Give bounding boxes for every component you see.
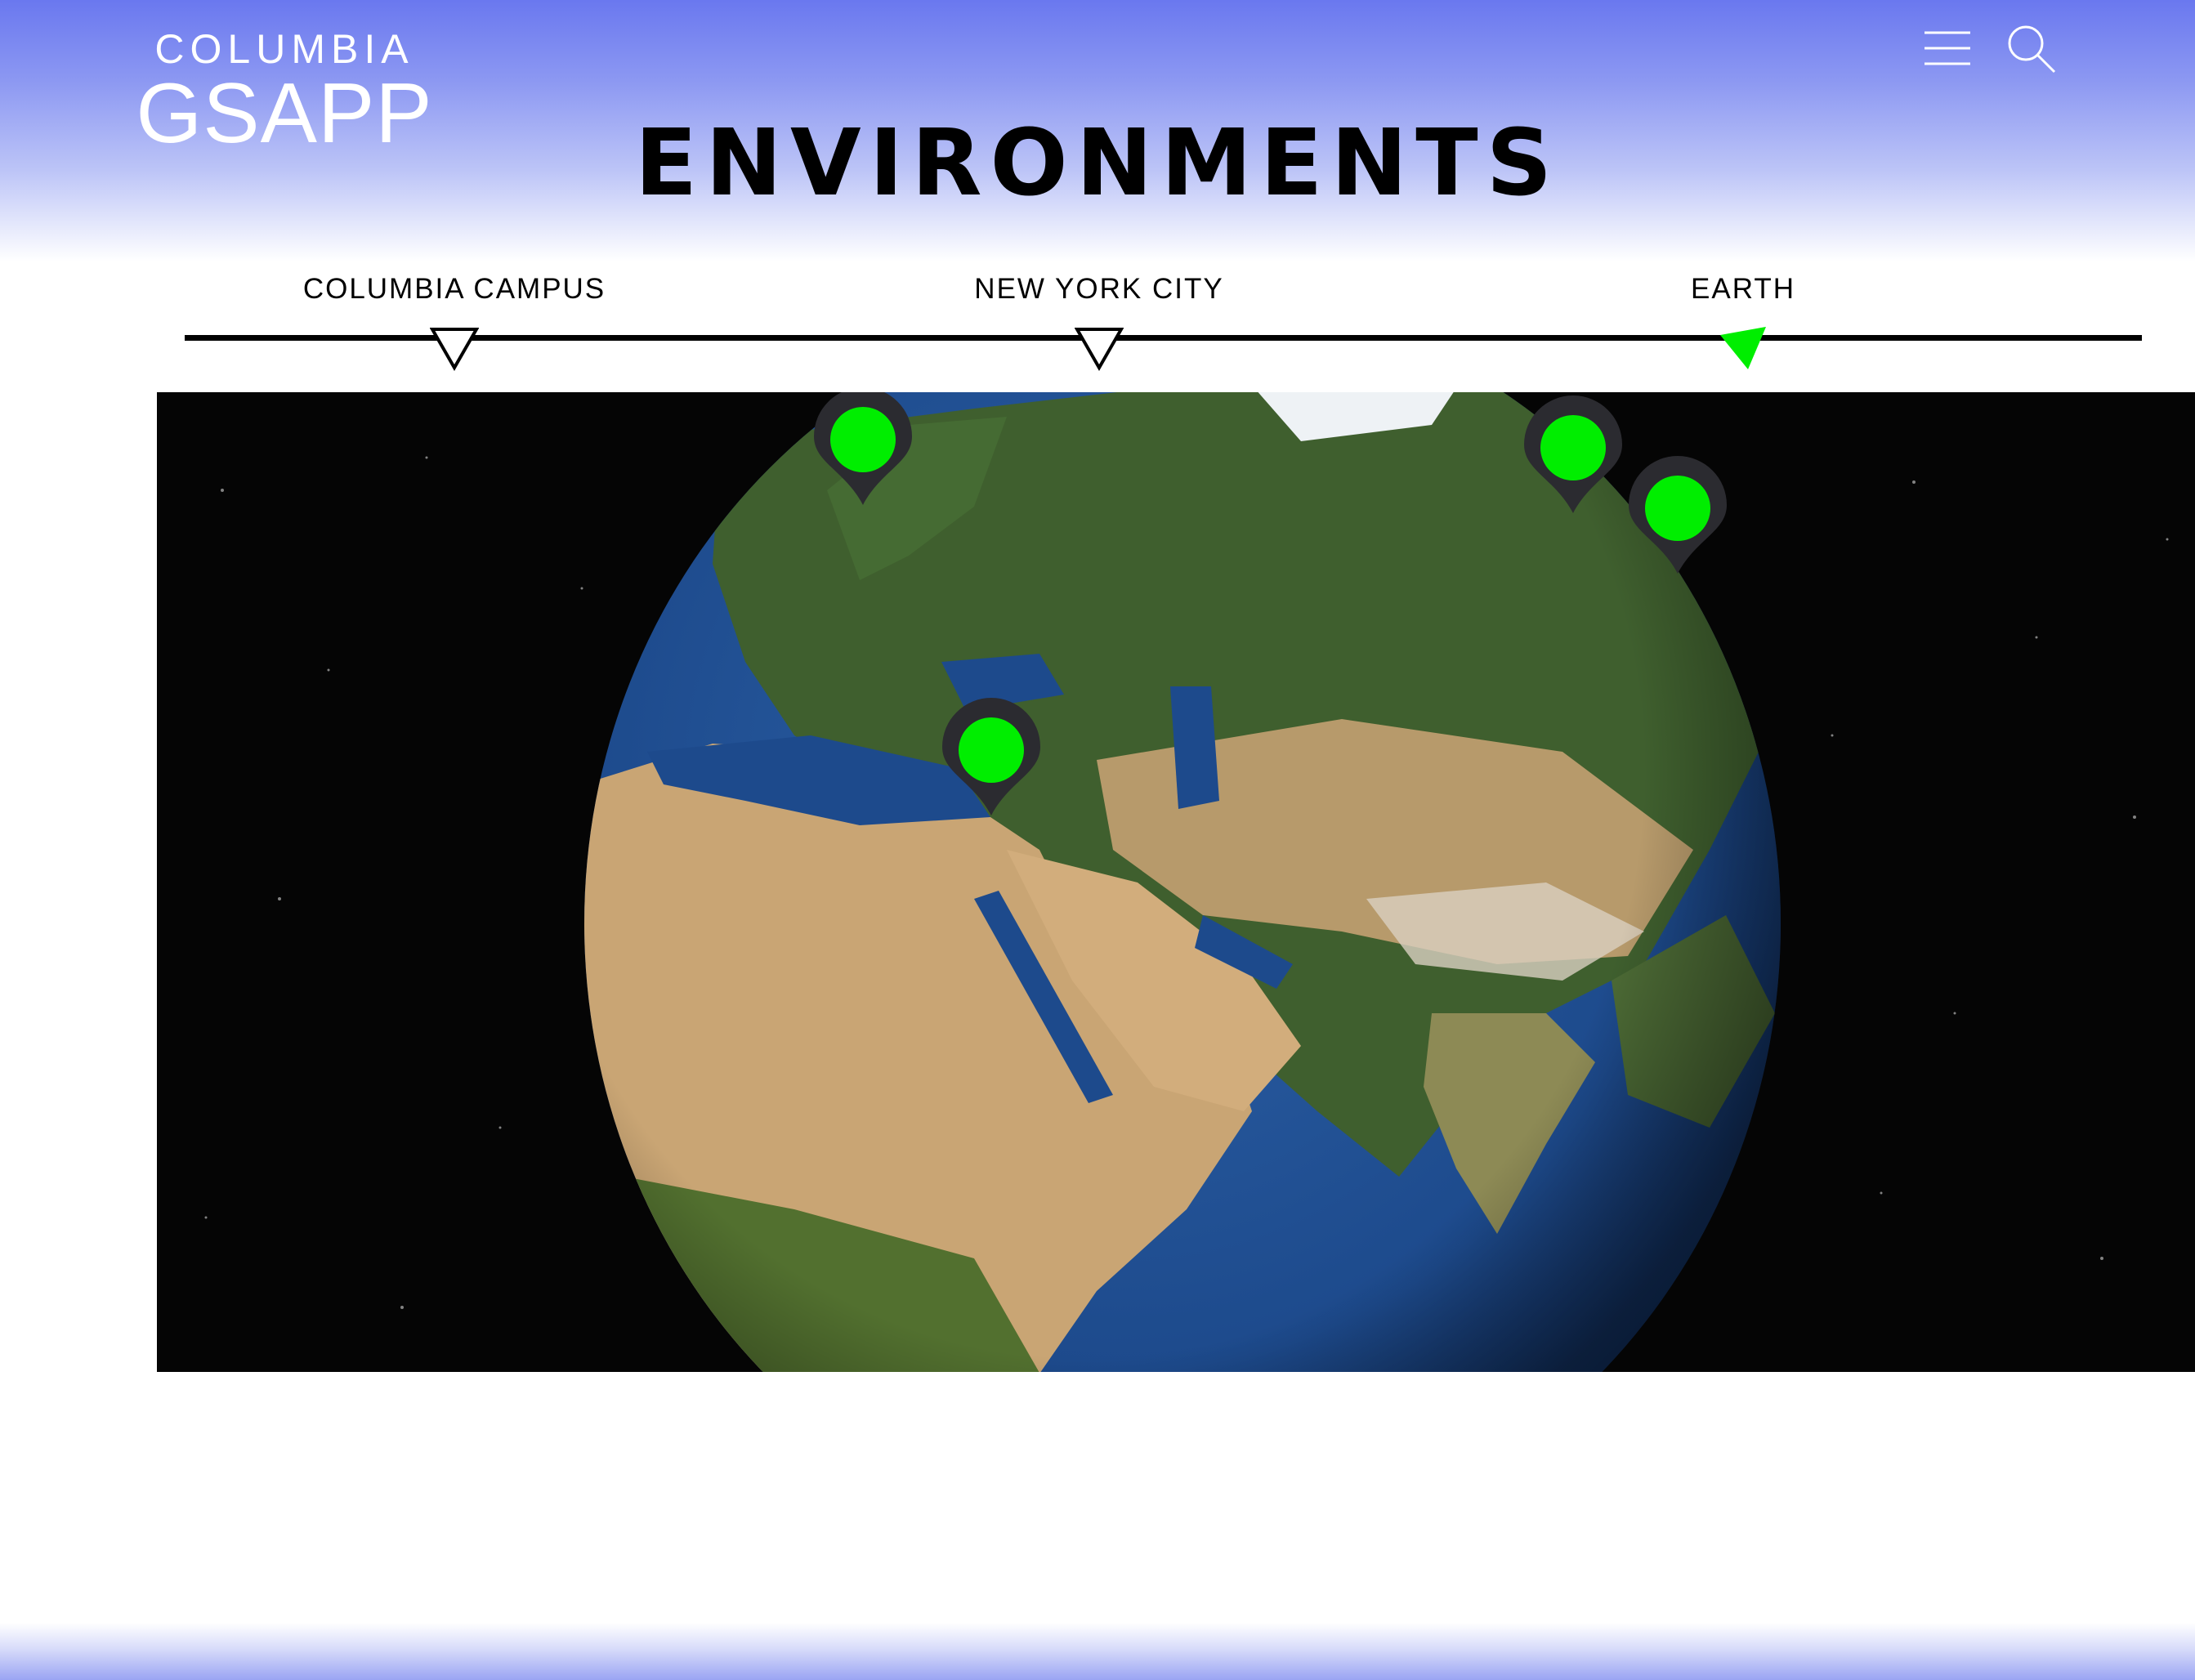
scale-stop-label: NEW YORK CITY	[974, 273, 1224, 305]
triangle-down-active-icon	[1720, 327, 1766, 369]
footer-gradient	[0, 1623, 2195, 1680]
hamburger-menu-icon[interactable]	[1922, 23, 1973, 74]
scale-stop-new-york-city[interactable]: NEW YORK CITY	[936, 270, 1263, 371]
search-icon[interactable]	[2005, 23, 2056, 74]
scale-stop-label: EARTH	[1691, 273, 1795, 305]
scale-stop-label: COLUMBIA CAMPUS	[302, 273, 606, 305]
triangle-down-outline-icon	[1075, 328, 1124, 371]
scale-stop-columbia-campus[interactable]: COLUMBIA CAMPUS	[291, 270, 618, 371]
scale-navigation: COLUMBIA CAMPUS NEW YORK CITY EARTH	[185, 270, 2142, 371]
page: COLUMBIA GSAPP ENVIRONMENTS COLUMBIA CAM…	[0, 0, 2195, 1680]
globe-map-viewport[interactable]	[157, 392, 2195, 1372]
triangle-down-outline-icon	[430, 328, 479, 371]
scale-stop-earth[interactable]: EARTH	[1580, 270, 1907, 371]
globe-map-canvas[interactable]	[157, 392, 2195, 1372]
header-actions	[1922, 23, 2056, 74]
page-title: ENVIRONMENTS	[634, 110, 1561, 217]
